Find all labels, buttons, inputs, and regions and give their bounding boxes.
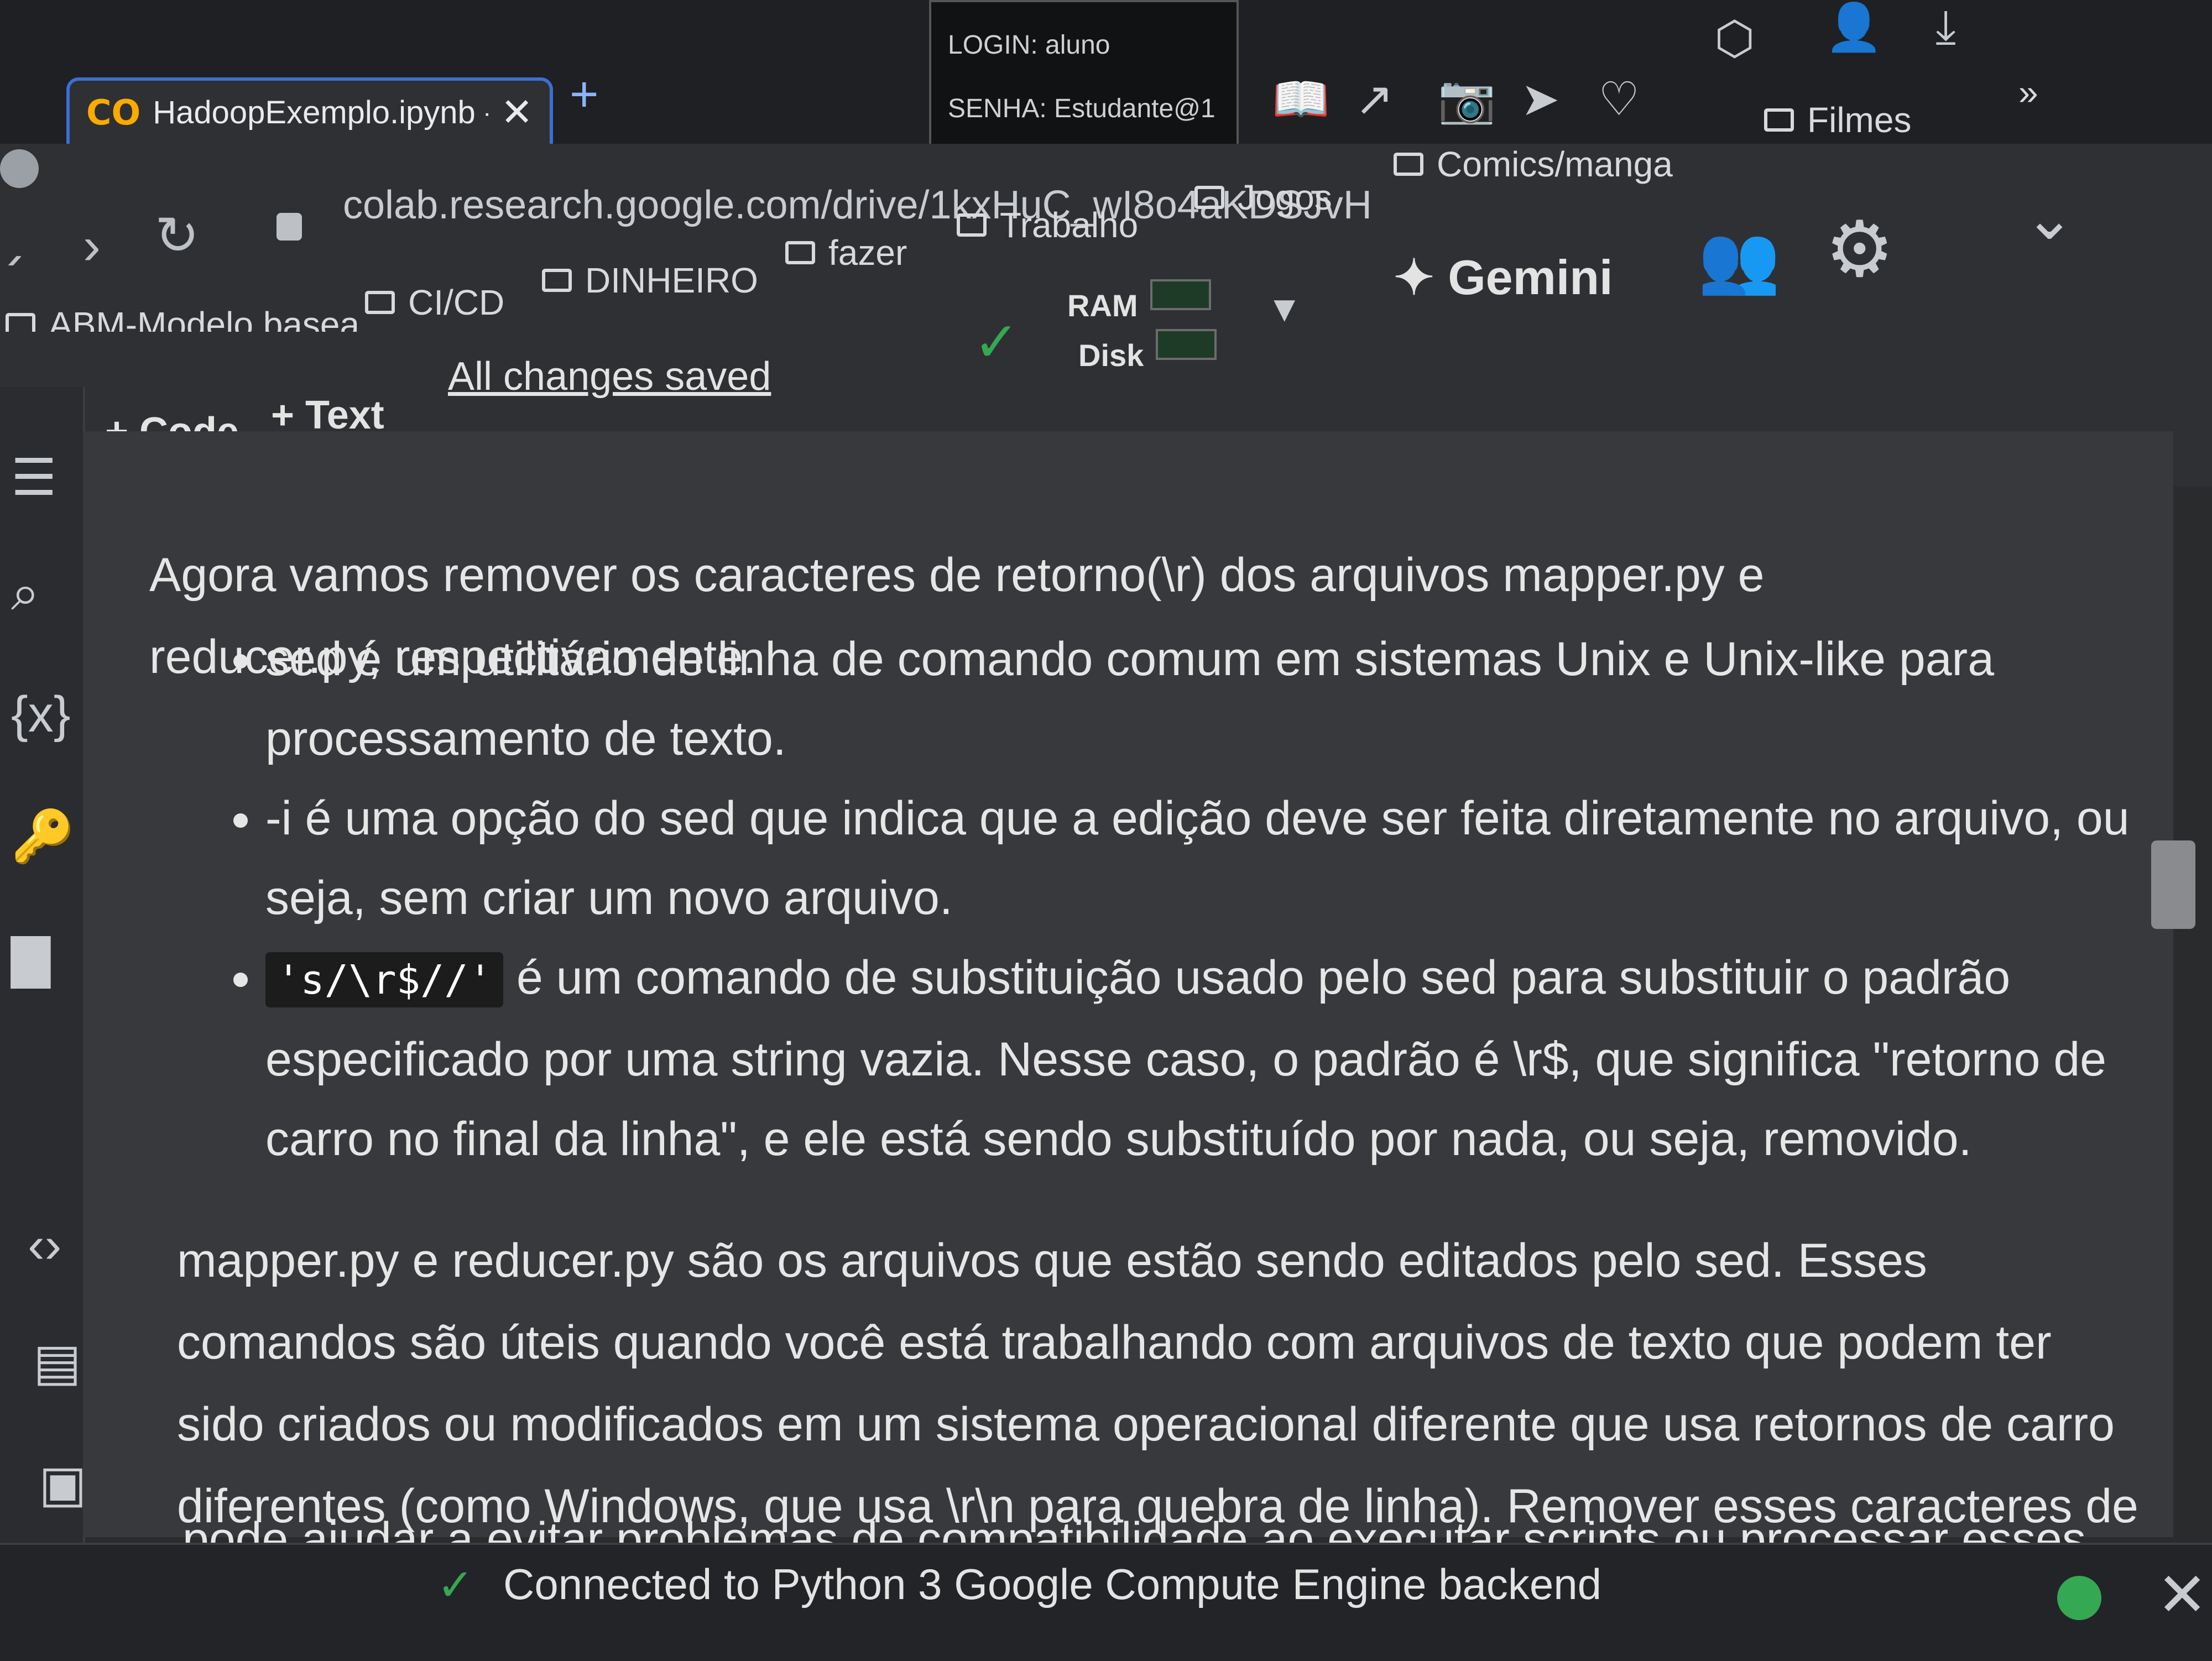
folder-icon: [1764, 108, 1794, 132]
variables-icon[interactable]: {x}: [11, 686, 70, 744]
colab-logo-icon: CO: [86, 92, 141, 133]
browser-account-icon[interactable]: [0, 149, 39, 188]
cube-icon[interactable]: ⬡: [1714, 11, 1755, 65]
files-folder-icon[interactable]: ▇: [11, 929, 50, 988]
bookmark-item[interactable]: Comics/manga: [1394, 144, 1673, 185]
bookmark-item[interactable]: Trabalho: [957, 205, 1138, 246]
code-snippets-icon[interactable]: ‹›: [28, 1216, 61, 1275]
truncated-line: pode ajudar a evitar problemas de compat…: [182, 1513, 2086, 1548]
ram-meter[interactable]: [1150, 279, 1211, 310]
list-item: sed é um utilitário de linha de comando …: [265, 619, 2135, 779]
heart-icon[interactable]: ♡: [1598, 72, 1640, 126]
bullet-list: sed é um utilitário de linha de comando …: [210, 619, 2135, 1179]
terminal-icon[interactable]: ▣: [39, 1454, 87, 1513]
folder-icon: [785, 241, 815, 264]
reading-mode-icon[interactable]: 📖: [1272, 72, 1330, 127]
scrollbar-thumb[interactable]: [2151, 840, 2195, 929]
disk-meter[interactable]: [1156, 329, 1217, 360]
bookmark-item[interactable]: CI/CD: [365, 282, 504, 323]
chevron-down-icon[interactable]: ⌄: [2024, 182, 2075, 253]
browser-tab[interactable]: CO HadoopExemplo.ipynb - Cc ✕: [66, 77, 553, 144]
inline-code: 's/\r$//': [265, 952, 504, 1007]
folder-icon: [957, 213, 987, 237]
runtime-dropdown-icon[interactable]: ▼: [1266, 288, 1302, 330]
connection-status-icon[interactable]: [2057, 1576, 2101, 1620]
send-icon[interactable]: ➤: [1521, 72, 1559, 126]
reload-icon[interactable]: ↻: [155, 205, 199, 267]
bookmark-item[interactable]: fazer: [785, 232, 907, 273]
list-item: -i é uma opção do sed que indica que a e…: [265, 779, 2135, 938]
more-bookmarks-icon[interactable]: »: [2018, 72, 2038, 113]
folder-icon: [365, 291, 395, 314]
bookmark-item[interactable]: DINHEIRO: [542, 260, 758, 301]
status-text: Connected to Python 3 Google Compute Eng…: [503, 1560, 1602, 1608]
disk-label: Disk: [1078, 338, 1144, 373]
folder-icon: [1394, 153, 1423, 176]
secrets-key-icon[interactable]: 🔑: [11, 807, 75, 866]
login-text: LOGIN: aluno: [948, 30, 1110, 60]
folder-icon: [1194, 186, 1224, 209]
lock-icon[interactable]: [276, 213, 302, 241]
bullet-text: é um comando de substituição usado pelo …: [265, 951, 2107, 1166]
table-of-contents-icon[interactable]: ☰: [11, 448, 56, 507]
folder-icon: [542, 269, 572, 292]
profile-icon[interactable]: 👤: [1825, 0, 1883, 55]
download-icon[interactable]: ⤓: [1936, 0, 1956, 54]
connected-check-icon: ✓: [437, 1560, 474, 1610]
gear-icon[interactable]: ⚙: [1825, 205, 1895, 295]
share-icon[interactable]: ↗: [1355, 72, 1394, 126]
sparkle-icon: ✦: [1394, 250, 1434, 305]
save-status[interactable]: All changes saved: [448, 354, 771, 399]
bookmark-item[interactable]: Filmes: [1764, 100, 1911, 140]
gemini-button[interactable]: ✦ Gemini: [1394, 249, 1613, 306]
command-palette-icon[interactable]: ▤: [33, 1333, 81, 1392]
new-tab-button[interactable]: +: [570, 66, 599, 123]
search-icon[interactable]: ⌕: [11, 564, 40, 623]
close-icon[interactable]: ✕: [2157, 1559, 2208, 1630]
bookmark-item[interactable]: Jogos: [1194, 177, 1332, 218]
share-users-icon[interactable]: 👥: [1698, 221, 1780, 299]
ram-label: RAM: [1067, 288, 1138, 323]
list-item: 's/\r$//' é um comando de substituição u…: [265, 938, 2135, 1179]
check-icon: ✓: [973, 311, 1020, 373]
tab-title: HadoopExemplo.ipynb - Cc: [153, 94, 488, 130]
camera-icon[interactable]: 📷: [1438, 72, 1496, 127]
tab-close-icon[interactable]: ✕: [500, 90, 533, 135]
password-text: SENHA: Estudante@1: [948, 94, 1215, 123]
